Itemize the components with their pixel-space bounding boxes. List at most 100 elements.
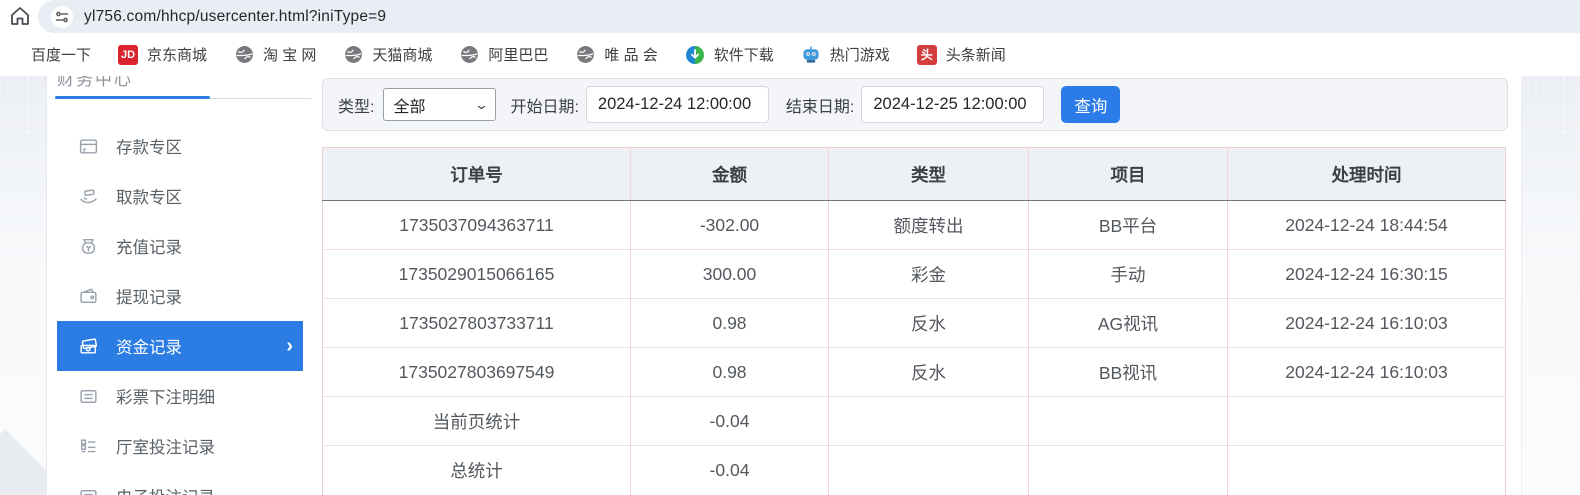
sidebar-item-label: 资金记录 bbox=[116, 334, 182, 358]
column-header: 金额 bbox=[631, 148, 829, 201]
table-cell: 2024-12-24 18:44:54 bbox=[1228, 201, 1506, 250]
site-settings-icon[interactable] bbox=[51, 6, 73, 28]
bookmark-item[interactable]: 唯 品 会 bbox=[575, 44, 657, 65]
bookmark-favicon-icon bbox=[801, 45, 821, 65]
sidebar-item[interactable]: 电子投注记录 › bbox=[57, 471, 303, 495]
start-date-input[interactable] bbox=[586, 86, 769, 123]
bookmark-item[interactable]: 软件下载 bbox=[685, 44, 774, 65]
chevron-right-icon: › bbox=[286, 336, 293, 356]
bookmark-label: 热门游戏 bbox=[830, 44, 890, 65]
bookmark-item[interactable]: 百度一下 bbox=[2, 44, 91, 65]
sidebar-item[interactable]: 厅室投注记录 › bbox=[57, 421, 303, 471]
type-label: 类型: bbox=[338, 93, 374, 117]
lottery-icon bbox=[77, 385, 99, 407]
bookmark-favicon-icon bbox=[575, 45, 595, 65]
column-header: 处理时间 bbox=[1228, 148, 1506, 201]
table-cell: 2024-12-24 16:30:15 bbox=[1228, 250, 1506, 299]
table-body: 1735037094363711-302.00额度转出BB平台2024-12-2… bbox=[323, 201, 1506, 495]
table-cell: -0.04 bbox=[631, 397, 829, 446]
globe-icon bbox=[344, 45, 363, 64]
table-cell: BB平台 bbox=[1029, 201, 1228, 250]
table-cell: 反水 bbox=[829, 348, 1029, 397]
withdraw-icon bbox=[77, 185, 99, 207]
sidebar-item-label: 充值记录 bbox=[116, 234, 182, 258]
bookmark-favicon-icon bbox=[343, 45, 363, 65]
end-date-input[interactable] bbox=[861, 86, 1044, 123]
type-select-value: 全部 bbox=[393, 93, 425, 117]
table-cell: 0.98 bbox=[631, 299, 829, 348]
deposit-icon bbox=[77, 135, 99, 157]
hall-icon bbox=[77, 435, 99, 457]
query-button[interactable]: 查询 bbox=[1061, 86, 1120, 123]
records-table-wrap: 订单号金额类型项目处理时间 1735037094363711-302.00额度转… bbox=[322, 147, 1506, 495]
sidebar-item[interactable]: 存款专区 › bbox=[57, 121, 303, 171]
browser-top-bar: yl756.com/hhcp/usercenter.html?iniType=9 bbox=[0, 0, 1580, 33]
table-row: 总统计-0.04 bbox=[323, 446, 1506, 495]
sidebar-item-label: 彩票下注明细 bbox=[116, 384, 215, 408]
bookmark-favicon-icon bbox=[459, 45, 479, 65]
type-select[interactable]: 全部 ⌄ bbox=[383, 88, 496, 121]
table-row: 1735029015066165300.00彩金手动2024-12-24 16:… bbox=[323, 250, 1506, 299]
bookmark-item[interactable]: JD 京东商城 bbox=[118, 44, 207, 65]
sidebar-item-label: 电子投注记录 bbox=[116, 484, 215, 495]
table-header-row: 订单号金额类型项目处理时间 bbox=[323, 148, 1506, 201]
corner-decoration bbox=[0, 429, 47, 495]
table-cell: -302.00 bbox=[631, 201, 829, 250]
table-cell: AG视讯 bbox=[1029, 299, 1228, 348]
table-cell bbox=[829, 446, 1029, 495]
table-cell: 2024-12-24 16:10:03 bbox=[1228, 348, 1506, 397]
sidebar-item[interactable]: 彩票下注明细 › bbox=[57, 371, 303, 421]
bookmark-favicon-icon: 头 bbox=[917, 45, 937, 65]
home-icon[interactable] bbox=[8, 4, 32, 28]
background-dots-texture bbox=[0, 76, 46, 186]
bookmark-favicon-icon bbox=[2, 45, 22, 65]
table-cell: 1735037094363711 bbox=[323, 201, 631, 250]
lottery-icon bbox=[77, 485, 99, 495]
cashout-icon bbox=[77, 285, 99, 307]
end-date-label: 结束日期: bbox=[786, 93, 854, 117]
table-row: 17350278037337110.98反水AG视讯2024-12-24 16:… bbox=[323, 299, 1506, 348]
start-date-label: 开始日期: bbox=[510, 93, 578, 117]
table-cell: 总统计 bbox=[323, 446, 631, 495]
sidebar-item-label: 存款专区 bbox=[116, 134, 182, 158]
table-cell: 额度转出 bbox=[829, 201, 1029, 250]
sidebar-item[interactable]: 资金记录 › bbox=[57, 321, 303, 371]
bookmark-label: 淘 宝 网 bbox=[263, 44, 316, 65]
column-header: 订单号 bbox=[323, 148, 631, 201]
jd-icon: JD bbox=[118, 45, 138, 65]
bookmark-label: 京东商城 bbox=[147, 44, 207, 65]
table-cell: 反水 bbox=[829, 299, 1029, 348]
bookmark-label: 百度一下 bbox=[31, 44, 91, 65]
globe-icon bbox=[235, 45, 254, 64]
column-header: 类型 bbox=[829, 148, 1029, 201]
sidebar-item-label: 提现记录 bbox=[116, 284, 182, 308]
filter-bar: 类型: 全部 ⌄ 开始日期: 结束日期: 查询 bbox=[322, 78, 1508, 131]
recharge-icon bbox=[77, 235, 99, 257]
url-text[interactable]: yl756.com/hhcp/usercenter.html?iniType=9 bbox=[84, 8, 386, 26]
bookmark-label: 软件下载 bbox=[714, 44, 774, 65]
table-cell: 1735027803697549 bbox=[323, 348, 631, 397]
bookmark-item[interactable]: 阿里巴巴 bbox=[459, 44, 548, 65]
toutiao-icon: 头 bbox=[917, 45, 937, 65]
sidebar-item[interactable]: 取款专区 › bbox=[57, 171, 303, 221]
bookmark-item[interactable]: 头 头条新闻 bbox=[917, 44, 1006, 65]
globe-icon bbox=[460, 45, 479, 64]
address-bar[interactable]: yl756.com/hhcp/usercenter.html?iniType=9 bbox=[38, 0, 1580, 33]
sidebar-item[interactable]: 充值记录 › bbox=[57, 221, 303, 271]
table-cell bbox=[1029, 397, 1228, 446]
table-cell: 手动 bbox=[1029, 250, 1228, 299]
game-robot-icon bbox=[801, 45, 821, 65]
bookmark-label: 唯 品 会 bbox=[604, 44, 657, 65]
bookmark-label: 阿里巴巴 bbox=[488, 44, 548, 65]
table-cell: 1735029015066165 bbox=[323, 250, 631, 299]
bookmark-item[interactable]: 天猫商城 bbox=[343, 44, 432, 65]
table-cell bbox=[1228, 397, 1506, 446]
bookmark-item[interactable]: 淘 宝 网 bbox=[234, 44, 316, 65]
bookmark-item[interactable]: 热门游戏 bbox=[801, 44, 890, 65]
bookmark-favicon-icon: JD bbox=[118, 45, 138, 65]
sidebar-section-title[interactable]: 财务中心 bbox=[57, 76, 133, 90]
table-cell bbox=[1029, 446, 1228, 495]
sidebar-item[interactable]: 提现记录 › bbox=[57, 271, 303, 321]
page-left-margin bbox=[0, 76, 47, 495]
bookmark-favicon-icon bbox=[685, 45, 705, 65]
